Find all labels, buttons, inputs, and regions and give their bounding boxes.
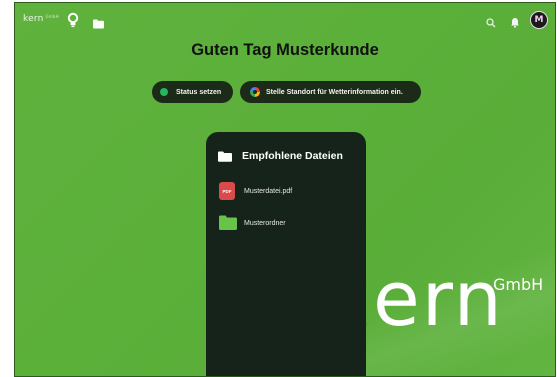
weather-location-button[interactable]: Stelle Standort für Wetterinformation ei… (240, 81, 421, 103)
watermark-ern: ern (373, 254, 504, 343)
weather-button-label: Stelle Standort für Wetterinformation ei… (266, 88, 403, 96)
brand-name: kern (23, 14, 44, 24)
brand-suffix: GmbH (45, 14, 59, 19)
app-frame: k ern GmbH kernGmbH (14, 2, 556, 377)
watermark-gmbh: GmbH (493, 275, 544, 294)
pdf-file-icon: PDF (219, 182, 235, 200)
folder-name: Musterordner (244, 220, 286, 227)
status-button[interactable]: Status setzen (152, 81, 233, 103)
card-title: Empfohlene Dateien (218, 150, 343, 162)
file-item-pdf[interactable]: PDF Musterdatei.pdf (219, 182, 292, 200)
weather-location-icon (250, 87, 260, 97)
lightbulb-icon[interactable] (67, 12, 79, 32)
folder-icon[interactable] (93, 14, 104, 33)
file-name: Musterdatei.pdf (244, 187, 293, 195)
folder-icon (219, 215, 237, 232)
recommended-files-card: Empfohlene Dateien PDF Musterdatei.pdf M… (206, 132, 366, 376)
folder-icon (218, 151, 232, 162)
page-title: Guten Tag Musterkunde (191, 41, 379, 59)
bell-icon[interactable] (510, 13, 520, 32)
brand-logo[interactable]: kern GmbH (23, 14, 59, 24)
card-title-label: Empfohlene Dateien (242, 150, 343, 162)
status-button-label: Status setzen (176, 88, 222, 96)
status-dot (160, 88, 168, 96)
file-item-folder[interactable]: Musterordner (219, 215, 286, 232)
avatar[interactable]: M (530, 11, 548, 29)
search-icon[interactable] (486, 13, 496, 32)
top-bar: kern GmbH M (15, 3, 555, 37)
